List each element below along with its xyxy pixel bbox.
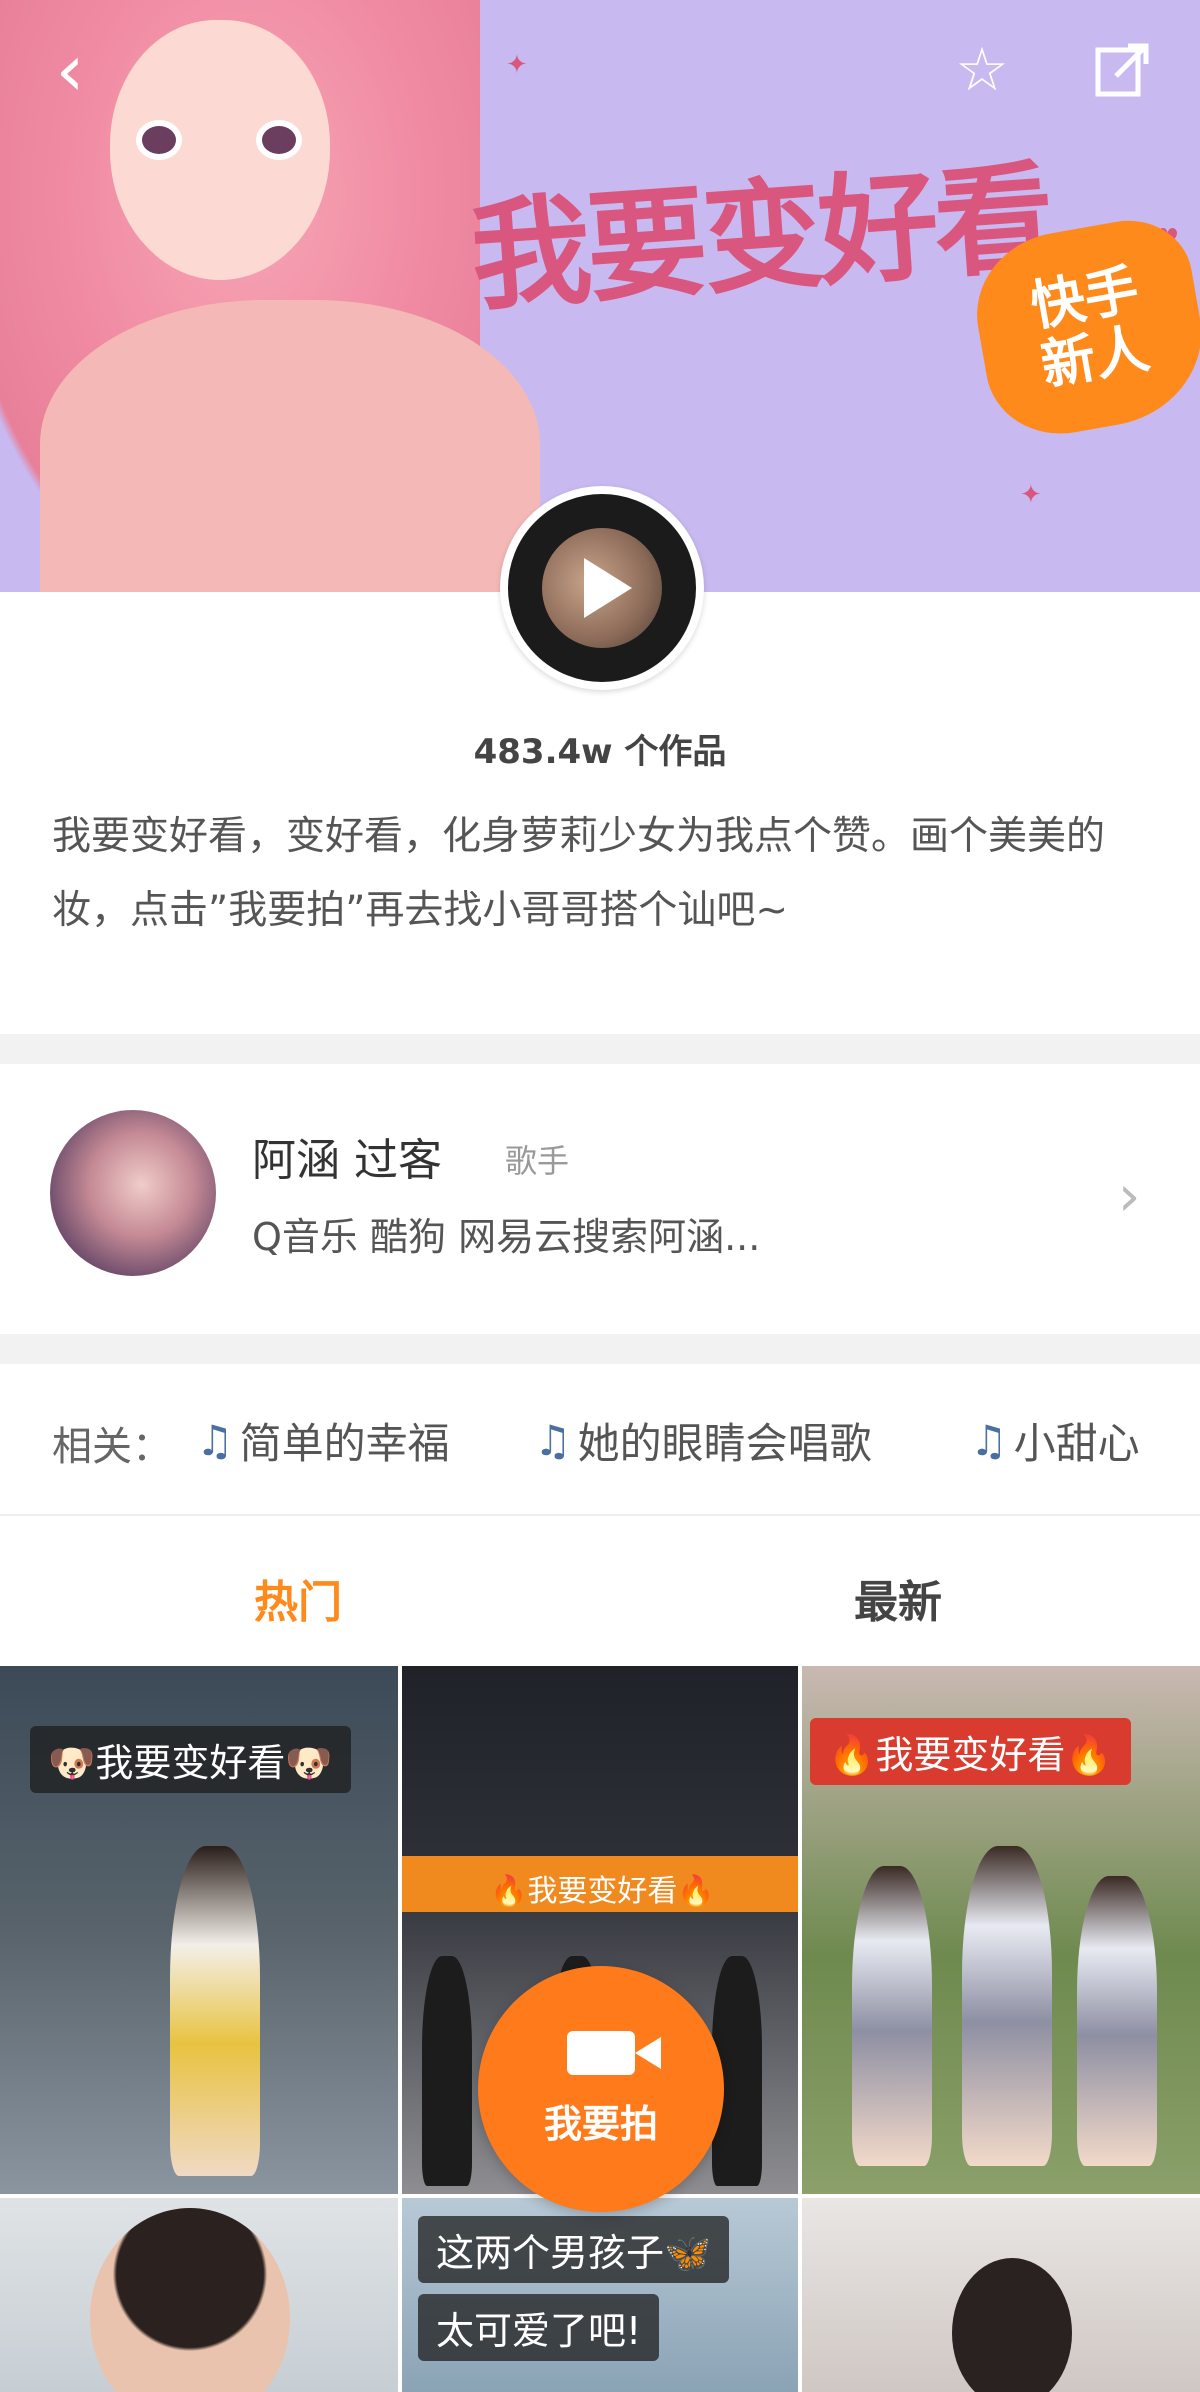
illustration-eye [256, 120, 302, 160]
thumbnail-figure [952, 2258, 1072, 2392]
music-note-icon: ♫ [196, 1416, 234, 1465]
feed-tabs: 热门 最新 [0, 1516, 1200, 1666]
thumbnail-figure [1077, 1876, 1157, 2166]
video-caption: 太可爱了吧! [418, 2294, 660, 2361]
section-separator [0, 1334, 1200, 1364]
related-label: 相关： [52, 1424, 172, 1470]
shoot-video-button[interactable]: 我要拍 [478, 1966, 724, 2212]
illustration-face [110, 20, 330, 280]
related-song-label: 她的眼睛会唱歌 [577, 1419, 872, 1468]
video-thumbnail[interactable]: 这两个男孩子🦋 太可爱了吧! [402, 2198, 798, 2392]
related-song-label: 小甜心 [1013, 1419, 1140, 1468]
illustration-eye [136, 120, 182, 160]
back-button[interactable]: ‹ [28, 28, 112, 112]
favorite-button[interactable]: ☆ [940, 28, 1024, 112]
related-song-item[interactable]: ♫ 小甜心 [970, 1410, 1140, 1471]
sparkle-icon: ✦ [1020, 480, 1042, 510]
video-thumbnail[interactable]: 🐶我要变好看🐶 [0, 1666, 398, 2194]
tab-latest[interactable]: 最新 [854, 1566, 942, 1630]
thumbnail-figure [90, 2208, 290, 2392]
related-song-item[interactable]: ♫ 简单的幸福 [196, 1410, 450, 1471]
video-caption: 这两个男孩子🦋 [418, 2216, 730, 2283]
section-separator [0, 1034, 1200, 1064]
music-disc-play-button[interactable] [500, 486, 704, 690]
chevron-right-icon: › [1118, 1164, 1141, 1229]
music-note-icon: ♫ [534, 1416, 572, 1465]
avatar[interactable] [50, 1110, 216, 1276]
video-caption: 🔥我要变好看🔥 [490, 1874, 715, 1909]
related-song-item[interactable]: ♫ 她的眼睛会唱歌 [534, 1410, 872, 1471]
author-row[interactable]: 阿涵 过客 歌手 Q音乐 酷狗 网易云搜索阿涵... › [0, 1064, 1200, 1330]
author-role: 歌手 [505, 1142, 570, 1180]
video-camera-icon [567, 2030, 661, 2075]
video-caption: 🔥我要变好看🔥 [810, 1718, 1131, 1785]
music-note-icon: ♫ [970, 1416, 1008, 1465]
banner-title: 我要变好看 [466, 146, 1055, 329]
shoot-label: 我要拍 [543, 2101, 658, 2146]
thumbnail-figure [422, 1956, 472, 2186]
topic-description: 我要变好看，变好看，化身萝莉少女为我点个赞。画个美美的妆，点击”我要拍”再去找小… [52, 814, 1106, 933]
share-icon [1095, 43, 1149, 97]
sparkle-icon: ✦ [506, 50, 528, 80]
tab-hot[interactable]: 热门 [254, 1566, 342, 1630]
thumbnail-figure [852, 1866, 932, 2166]
illustration-body [40, 300, 540, 592]
disc-cover [542, 528, 662, 648]
video-caption: 🐶我要变好看🐶 [30, 1726, 351, 1793]
author-name: 阿涵 过客 [252, 1135, 442, 1186]
author-bio: Q音乐 酷狗 网易云搜索阿涵... [252, 1215, 761, 1259]
thumbnail-figure [962, 1846, 1052, 2166]
video-thumbnail[interactable] [802, 2198, 1200, 2392]
thumbnail-figure [170, 1846, 260, 2176]
video-thumbnail[interactable] [0, 2198, 398, 2392]
star-outline-icon: ☆ [955, 35, 1009, 105]
play-icon [584, 558, 632, 618]
related-songs: 相关： ♫ 简单的幸福 ♫ 她的眼睛会唱歌 ♫ 小甜心 [0, 1372, 1200, 1514]
chevron-left-icon: ‹ [55, 28, 85, 112]
related-song-label: 简单的幸福 [239, 1419, 450, 1468]
share-button[interactable] [1080, 28, 1164, 112]
works-count: 483.4w 个作品 [473, 732, 727, 772]
video-thumbnail[interactable]: 🔥我要变好看🔥 [802, 1666, 1200, 2194]
